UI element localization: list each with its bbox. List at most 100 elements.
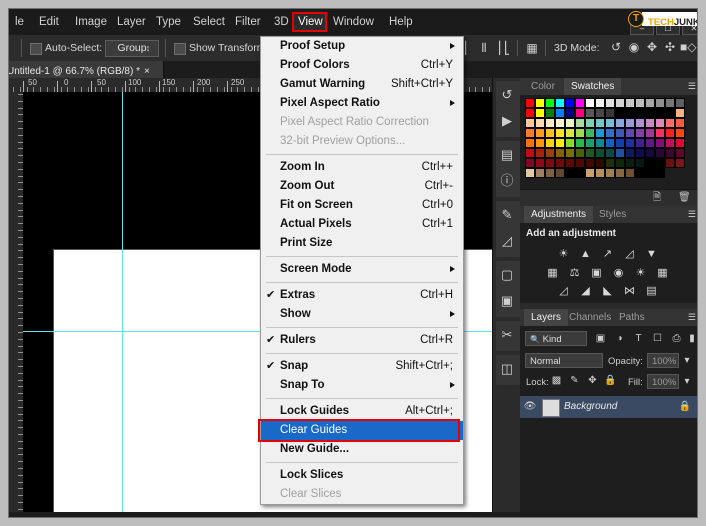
type-filter-icon[interactable]: T (632, 332, 645, 346)
layer-filter-toggle-icon[interactable]: ▮ (687, 332, 697, 346)
swatch-43[interactable] (635, 118, 645, 128)
black-white-icon[interactable]: ▣ (589, 266, 604, 281)
swatch-2[interactable] (545, 98, 555, 108)
swatch-105[interactable] (615, 158, 625, 168)
swatch-4[interactable] (565, 98, 575, 108)
swatch-63[interactable] (675, 128, 685, 138)
invert-icon[interactable]: ◿ (556, 284, 571, 299)
tab-paths[interactable]: Paths (612, 309, 652, 326)
swatch-122[interactable] (625, 168, 635, 178)
view-menu-item-extras[interactable]: ✔ Extras Ctrl+H (261, 286, 463, 305)
brightness-contrast-icon[interactable]: ☀ (556, 247, 571, 262)
swatch-47[interactable] (675, 118, 685, 128)
exposure-icon[interactable]: ◿ (622, 247, 637, 262)
swatch-44[interactable] (645, 118, 655, 128)
swatch-33[interactable] (535, 118, 545, 128)
swatch-58[interactable] (625, 128, 635, 138)
swatch-94[interactable] (665, 148, 675, 158)
swatch-34[interactable] (545, 118, 555, 128)
menu-item-image[interactable]: Image (71, 14, 111, 30)
tool-preset-icon[interactable]: ◿ (495, 228, 519, 254)
lock-position-icon[interactable]: ✥ (586, 374, 599, 388)
swatch-46[interactable] (665, 118, 675, 128)
swatch-27[interactable] (635, 108, 645, 118)
auto-select-checkbox[interactable] (30, 43, 42, 55)
swatch-116[interactable] (565, 168, 575, 178)
opacity-dropdown-icon[interactable]: ▾ (681, 354, 693, 368)
view-menu-item-zoom-out[interactable]: Zoom Out Ctrl+- (261, 177, 463, 196)
view-menu-item-snap-to[interactable]: Snap To (261, 376, 463, 395)
align-right-edges-icon[interactable]: ⎢⎣ (497, 41, 511, 55)
view-menu-item-pixel-aspect-ratio[interactable]: Pixel Aspect Ratio (261, 94, 463, 113)
swatch-36[interactable] (565, 118, 575, 128)
swatch-104[interactable] (605, 158, 615, 168)
show-transform-checkbox[interactable] (174, 43, 186, 55)
swatch-101[interactable] (575, 158, 585, 168)
swatch-120[interactable] (605, 168, 615, 178)
swatch-62[interactable] (665, 128, 675, 138)
swatch-1[interactable] (535, 98, 545, 108)
vibrance-icon[interactable]: ▼ (644, 247, 659, 262)
delete-swatch-icon[interactable]: 🗑 (678, 190, 691, 206)
swatch-50[interactable] (545, 128, 555, 138)
swatch-29[interactable] (655, 108, 665, 118)
swatch-70[interactable] (585, 138, 595, 148)
swatch-80[interactable] (525, 148, 535, 158)
view-menu-item-lock-slices[interactable]: Lock Slices (261, 466, 463, 485)
swatch-45[interactable] (655, 118, 665, 128)
color-lookup-icon[interactable]: ▦ (655, 266, 670, 281)
swatch-19[interactable] (555, 108, 565, 118)
swatch-17[interactable] (535, 108, 545, 118)
swatch-18[interactable] (545, 108, 555, 118)
menu-item-layer[interactable]: Layer (113, 14, 150, 30)
view-menu-item-proof-setup[interactable]: Proof Setup (261, 37, 463, 56)
swatch-15[interactable] (675, 98, 685, 108)
view-menu-item-fit-on-screen[interactable]: Fit on Screen Ctrl+0 (261, 196, 463, 215)
swatch-106[interactable] (625, 158, 635, 168)
swatch-6[interactable] (585, 98, 595, 108)
swatches-panel-menu-icon[interactable]: ☰ (688, 81, 696, 92)
menu-item-filter[interactable]: Filter (231, 14, 265, 30)
swatch-9[interactable] (615, 98, 625, 108)
swatch-39[interactable] (595, 118, 605, 128)
tab-channels[interactable]: Channels (562, 309, 618, 326)
layer-comps-icon[interactable]: ▢ (495, 262, 519, 288)
swatch-60[interactable] (645, 128, 655, 138)
drag-3d-icon[interactable]: ✥ (645, 40, 659, 54)
swatch-117[interactable] (575, 168, 585, 178)
brush-preset-icon[interactable]: ✎ (495, 202, 519, 228)
gradient-map-icon[interactable]: ▤ (644, 284, 659, 299)
view-menu-item-lock-guides[interactable]: Lock Guides Alt+Ctrl+; (261, 402, 463, 421)
swatch-125[interactable] (655, 168, 665, 178)
swatch-92[interactable] (645, 148, 655, 158)
vertical-ruler[interactable] (9, 92, 24, 512)
layer-filter-kind[interactable]: 🔍 Kind (525, 331, 587, 346)
play-icon[interactable]: ▶ (495, 108, 519, 134)
hue-saturation-icon[interactable]: ▦ (545, 266, 560, 281)
swatch-71[interactable] (595, 138, 605, 148)
view-menu-item-gamut-warning[interactable]: Gamut Warning Shift+Ctrl+Y (261, 75, 463, 94)
swatch-99[interactable] (555, 158, 565, 168)
view-menu-item-actual-pixels[interactable]: Actual Pixels Ctrl+1 (261, 215, 463, 234)
document-tab-close-icon[interactable]: × (144, 66, 150, 77)
align-horizontal-centers-icon[interactable]: ⫴ (477, 41, 491, 55)
swatch-11[interactable] (635, 98, 645, 108)
swatch-30[interactable] (665, 108, 675, 118)
swatch-89[interactable] (615, 148, 625, 158)
swatch-49[interactable] (535, 128, 545, 138)
swatch-38[interactable] (585, 118, 595, 128)
menu-item-select[interactable]: Select (189, 14, 229, 30)
smart-object-filter-icon[interactable]: ⎙ (670, 332, 683, 346)
swatch-100[interactable] (565, 158, 575, 168)
swatch-114[interactable] (545, 168, 555, 178)
swatch-20[interactable] (565, 108, 575, 118)
view-menu-item-proof-colors[interactable]: Proof Colors Ctrl+Y (261, 56, 463, 75)
swatch-40[interactable] (605, 118, 615, 128)
swatch-23[interactable] (595, 108, 605, 118)
swatch-118[interactable] (585, 168, 595, 178)
swatch-3[interactable] (555, 98, 565, 108)
view-menu-item-show[interactable]: Show (261, 305, 463, 324)
swatch-52[interactable] (565, 128, 575, 138)
view-menu-item-print-size[interactable]: Print Size (261, 234, 463, 253)
swatch-14[interactable] (665, 98, 675, 108)
